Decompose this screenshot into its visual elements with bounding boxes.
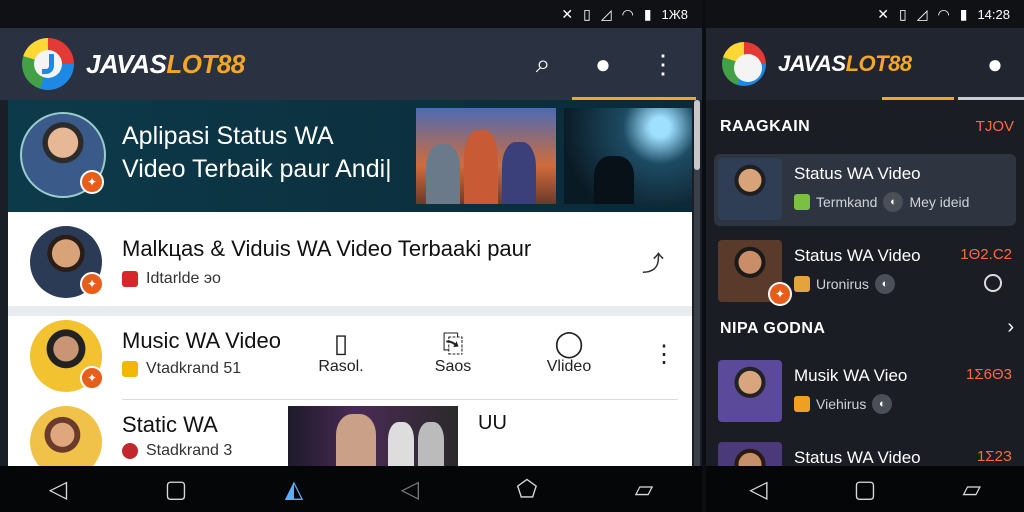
- row-extra: UU: [478, 412, 507, 434]
- scrollbar-thumb[interactable]: [694, 100, 700, 170]
- signal-icon: ◿: [916, 6, 928, 22]
- fire-badge-icon: ✦: [80, 170, 104, 194]
- more-vert-icon[interactable]: ⋮: [652, 340, 676, 369]
- profile-icon[interactable]: ●: [980, 49, 1010, 80]
- back-icon[interactable]: ◁: [401, 475, 419, 504]
- section-title: RAAGKAIN: [720, 118, 811, 135]
- right-screen: ✕ ▯ ◿ ◠ ▮ 14:28 JAVASLOT88 ● RAAGKAIN TJ…: [706, 0, 1024, 512]
- featured-banner[interactable]: ✦ Aplipasi Status WA Video Terbaik paur …: [8, 100, 692, 212]
- status-time: 14:28: [977, 6, 1010, 22]
- fire-badge-icon: ✦: [80, 366, 104, 390]
- list-item[interactable]: Musik WA Vieo Viehirus ◐ 1Σ6Θ3: [714, 356, 1016, 428]
- video-action-button[interactable]: ◯ Vlideo: [534, 328, 604, 376]
- mute-icon: ✕: [561, 6, 574, 22]
- item-title: Musik WA Vieo: [794, 366, 908, 385]
- app-bar: JAVASLOT88 ●: [706, 28, 1024, 100]
- item-subtitle: Viehirus ◐: [794, 394, 893, 414]
- home-icon[interactable]: ▢: [165, 475, 188, 504]
- banner-title: Aplipasi Status WA Video Terbaik paur An…: [122, 122, 392, 183]
- row-title: Music WA Video: [122, 328, 281, 353]
- left-screen: ✕ ▯ ◿ ◠ ▮ 1Ж8 JAVASLOT88 ⌕ ● ⋮ ✦ Aplipas…: [0, 0, 702, 512]
- status-bar: ✕ ▯ ◿ ◠ ▮ 14:28: [706, 0, 1024, 28]
- saos-action-button[interactable]: ⎘ Saos: [418, 328, 488, 376]
- info-icon[interactable]: ◐: [883, 192, 904, 212]
- row-title: Malkцas & Viduis WA Video Terbaaki paur: [122, 236, 532, 261]
- item-title: Status WA Video: [794, 246, 921, 265]
- list-item[interactable]: ✦ Status WA Video Uronirus ◐ 1Θ2.С2: [714, 236, 1016, 308]
- active-tab-indicator: [882, 97, 954, 100]
- bolt-mini-icon: [122, 361, 138, 377]
- profile-icon[interactable]: ●: [588, 49, 618, 80]
- brand-name: JAVASLOT88: [86, 48, 245, 79]
- tag-mini-icon: [794, 194, 810, 210]
- row-subtitle: Stadkrand 3: [122, 442, 232, 460]
- fire-badge-icon: ✦: [80, 272, 104, 296]
- wifi-icon: ◠: [621, 6, 634, 22]
- banner-image-concert[interactable]: [564, 108, 692, 204]
- triangle-icon[interactable]: ◭: [285, 475, 303, 504]
- list-item[interactable]: ✦ Music WA Video Vtadkrand 51 ▯ Rasol. ⎘…: [8, 316, 692, 400]
- item-subtitle: Termkand ◐ Mey ideid: [794, 192, 969, 212]
- item-subtitle: Uronirus ◐: [794, 274, 895, 294]
- back-icon[interactable]: ◁: [749, 475, 767, 504]
- section-link[interactable]: TJOV: [976, 118, 1014, 135]
- system-nav-bar: ◁ ▢ ◭ ◁ ⬠ ▱: [0, 466, 702, 512]
- brand-name: JAVASLOT88: [778, 51, 912, 76]
- scrollbar[interactable]: [694, 100, 700, 466]
- tag-mini-icon: [794, 276, 810, 292]
- tab-indicator: [958, 97, 1024, 100]
- back-icon[interactable]: ◁: [49, 475, 67, 504]
- info-icon[interactable]: ◐: [874, 274, 895, 294]
- vibrate-icon: ▯: [899, 6, 907, 22]
- row-subtitle: Idtarlde эo: [122, 270, 221, 288]
- row-title: Static WA: [122, 412, 218, 437]
- recents-icon[interactable]: ▱: [635, 475, 653, 504]
- mute-icon: ✕: [877, 6, 890, 22]
- system-nav-bar: ◁ ▢ ▱: [706, 466, 1024, 512]
- app-bar: JAVASLOT88 ⌕ ● ⋮: [0, 28, 702, 100]
- vibrate-icon: ▯: [583, 6, 591, 22]
- tag-mini-icon: [794, 396, 810, 412]
- list-item[interactable]: ✦ Malkцas & Viduis WA Video Terbaaki pau…: [8, 212, 692, 306]
- status-time: 1Ж8: [661, 6, 688, 22]
- divider: [8, 306, 692, 316]
- more-vert-icon[interactable]: ⋮: [648, 49, 678, 80]
- play-mini-icon: [122, 271, 138, 287]
- fire-badge-icon: ✦: [768, 282, 792, 306]
- signal-icon: ◿: [600, 6, 612, 22]
- chevron-right-icon[interactable]: ›: [1007, 316, 1014, 339]
- play-mini-icon: [122, 443, 138, 459]
- radio-button[interactable]: [984, 274, 1002, 292]
- list-item[interactable]: Status WA Video Termkand ◐ Mey ideid: [714, 154, 1016, 226]
- banner-image-group[interactable]: [416, 108, 556, 204]
- recents-icon[interactable]: ▱: [962, 475, 980, 504]
- chat-bubble-icon: ◯: [554, 328, 584, 358]
- item-title: Status WA Video: [794, 448, 921, 467]
- item-count: 1Θ2.С2: [960, 246, 1012, 263]
- home-icon[interactable]: ⬠: [516, 475, 537, 504]
- video-thumbnail[interactable]: [288, 406, 458, 466]
- section-title: NIPA GODNA: [720, 320, 826, 337]
- feed[interactable]: ✦ Aplipasi Status WA Video Terbaik paur …: [8, 100, 692, 478]
- status-bar: ✕ ▯ ◿ ◠ ▮ 1Ж8: [0, 0, 702, 28]
- folder-icon: ⎘: [442, 328, 464, 358]
- item-count: 1Σ6Θ3: [966, 366, 1012, 383]
- thumbnail: [718, 360, 782, 422]
- battery-icon: ▮: [643, 6, 652, 22]
- home-icon[interactable]: ▢: [854, 475, 877, 504]
- search-icon[interactable]: ⌕: [528, 48, 558, 80]
- item-count: 1Σ2З: [976, 448, 1012, 465]
- item-title: Status WA Video: [794, 164, 921, 183]
- row-subtitle: Vtadkrand 51: [122, 360, 241, 378]
- wifi-icon: ◠: [937, 6, 950, 22]
- thumbnail: [718, 158, 782, 220]
- rasol-action-button[interactable]: ▯ Rasol.: [306, 328, 376, 376]
- document-icon: ▯: [333, 328, 349, 358]
- info-icon[interactable]: ◐: [872, 394, 893, 414]
- share-icon[interactable]: ⤴: [642, 246, 664, 278]
- app-logo-icon: [722, 42, 766, 86]
- app-logo-icon: [22, 38, 74, 90]
- battery-icon: ▮: [959, 6, 968, 22]
- list-item[interactable]: Static WA Stadkrand 3 UU: [8, 400, 692, 478]
